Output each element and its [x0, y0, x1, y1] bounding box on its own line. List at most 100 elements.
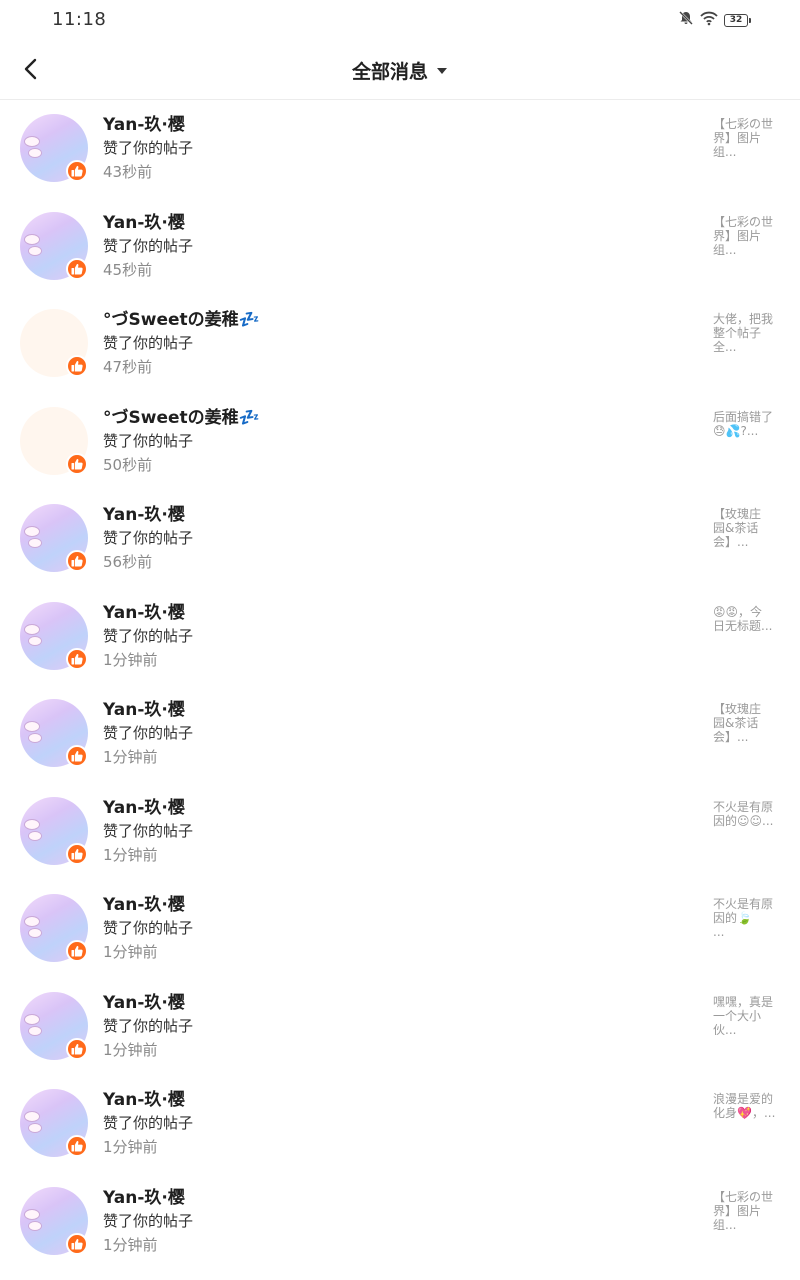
notification-row[interactable]: °づSweetの姜稚💤 赞了你的帖子 50秒前 后面搞错了 😓💦?... — [0, 393, 800, 491]
user-name[interactable]: Yan-玖·樱 — [103, 698, 193, 722]
post-preview[interactable]: 【七彩の世 界】图片 组... — [713, 1190, 783, 1232]
post-preview[interactable]: 😡😡，今 日无标题... — [713, 605, 783, 633]
notification-text: Yan-玖·樱 赞了你的帖子 1分钟前 — [103, 601, 193, 672]
user-name[interactable]: Yan-玖·樱 — [103, 503, 193, 527]
avatar-container[interactable] — [20, 991, 88, 1060]
notification-row[interactable]: Yan-玖·樱 赞了你的帖子 45秒前 【七彩の世 界】图片 组... — [0, 198, 800, 296]
thumbs-up-icon — [71, 360, 83, 372]
post-preview[interactable]: 【七彩の世 界】图片 组... — [713, 215, 783, 257]
notification-row[interactable]: Yan-玖·樱 赞了你的帖子 1分钟前 浪漫是爱的 化身💖，... — [0, 1075, 800, 1173]
timestamp: 1分钟前 — [103, 1040, 158, 1059]
avatar-container[interactable] — [20, 309, 88, 377]
thumbs-up-icon — [71, 1140, 83, 1152]
user-name[interactable]: Yan-玖·樱 — [103, 796, 193, 820]
like-badge — [66, 745, 88, 767]
avatar-container[interactable] — [20, 796, 88, 865]
post-preview[interactable]: 【玫瑰庄 园&茶话 会】... — [713, 702, 783, 744]
avatar-container[interactable] — [20, 1089, 88, 1157]
like-badge — [66, 842, 88, 865]
notification-text: °づSweetの姜稚💤 赞了你的帖子 50秒前 — [103, 406, 260, 477]
timestamp: 1分钟前 — [103, 1138, 158, 1156]
user-name[interactable]: Yan-玖·樱 — [103, 113, 193, 137]
status-time: 11:18 — [52, 9, 107, 30]
status-icons: 32 — [678, 10, 751, 30]
notification-row[interactable]: Yan-玖·樱 赞了你的帖子 1分钟前 😡😡，今 日无标题... — [0, 588, 800, 686]
thumbs-up-icon — [71, 945, 83, 957]
like-badge — [66, 550, 88, 572]
post-preview[interactable]: 不火是有原 因的🍃 ... — [713, 897, 783, 939]
like-badge — [66, 940, 88, 962]
like-badge — [66, 1232, 88, 1255]
notification-row[interactable]: Yan-玖·樱 赞了你的帖子 1分钟前 嘿嘿，真是 一个大小 伙... — [0, 978, 800, 1076]
timestamp: 50秒前 — [103, 455, 153, 474]
header-bar: 全部消息 — [0, 40, 800, 100]
user-name[interactable]: Yan-玖·樱 — [103, 1088, 193, 1112]
post-preview[interactable]: 嘿嘿，真是 一个大小 伙... — [713, 995, 783, 1037]
timestamp: 45秒前 — [103, 260, 153, 279]
notification-text: Yan-玖·樱 赞了你的帖子 1分钟前 — [103, 698, 193, 769]
like-badge — [66, 160, 88, 182]
action-text: 赞了你的帖子 — [103, 431, 194, 450]
notification-text: Yan-玖·樱 赞了你的帖子 1分钟前 — [103, 796, 193, 867]
action-text: 赞了你的帖子 — [103, 529, 194, 547]
notification-text: °づSweetの姜稚💤 赞了你的帖子 47秒前 — [103, 308, 260, 379]
timestamp: 1分钟前 — [103, 650, 158, 669]
user-name[interactable]: °づSweetの姜稚💤 — [103, 406, 260, 430]
user-name[interactable]: °づSweetの姜稚💤 — [103, 308, 260, 332]
user-name[interactable]: Yan-玖·樱 — [103, 893, 193, 917]
notification-text: Yan-玖·樱 赞了你的帖子 45秒前 — [103, 211, 193, 282]
post-preview[interactable]: 浪漫是爱的 化身💖，... — [713, 1092, 783, 1120]
post-preview[interactable]: 后面搞错了 😓💦?... — [713, 410, 783, 438]
action-text: 赞了你的帖子 — [103, 236, 194, 255]
user-name[interactable]: Yan-玖·樱 — [103, 211, 193, 235]
notification-row[interactable]: Yan-玖·樱 赞了你的帖子 1分钟前 不火是有原 因的🍃 ... — [0, 880, 800, 978]
timestamp: 1分钟前 — [103, 845, 158, 864]
notification-row[interactable]: Yan-玖·樱 赞了你的帖子 43秒前 【七彩の世 界】图片 组... — [0, 100, 800, 198]
timestamp: 1分钟前 — [103, 748, 158, 766]
avatar-container[interactable] — [20, 894, 88, 962]
post-preview[interactable]: 不火是有原 因的☺☺... — [713, 800, 783, 828]
avatar-container[interactable] — [20, 406, 88, 475]
post-preview[interactable]: 【玫瑰庄 园&茶话 会】... — [713, 507, 783, 549]
action-text: 赞了你的帖子 — [103, 334, 194, 352]
battery-icon: 32 — [724, 13, 751, 27]
notification-list: Yan-玖·樱 赞了你的帖子 43秒前 【七彩の世 界】图片 组... Yan-… — [0, 100, 800, 1270]
thumbs-up-icon — [71, 848, 83, 859]
avatar-container[interactable] — [20, 114, 88, 182]
avatar-container[interactable] — [20, 699, 88, 767]
message-filter-dropdown[interactable]: 全部消息 — [0, 57, 800, 84]
notification-row[interactable]: Yan-玖·樱 赞了你的帖子 1分钟前 不火是有原 因的☺☺... — [0, 783, 800, 881]
like-badge — [66, 257, 88, 280]
notification-row[interactable]: °づSweetの姜稚💤 赞了你的帖子 47秒前 大佬，把我 整个帖子 全... — [0, 295, 800, 393]
timestamp: 56秒前 — [103, 553, 153, 571]
status-bar: 11:18 32 — [0, 0, 800, 40]
thumbs-up-icon — [71, 653, 83, 664]
timestamp: 1分钟前 — [103, 1235, 158, 1254]
like-badge — [66, 1135, 88, 1157]
avatar-container[interactable] — [20, 211, 88, 280]
thumbs-up-icon — [71, 165, 83, 177]
avatar-container[interactable] — [20, 1186, 88, 1255]
timestamp: 47秒前 — [103, 358, 153, 376]
notification-row[interactable]: Yan-玖·樱 赞了你的帖子 1分钟前 【七彩の世 界】图片 组... — [0, 1173, 800, 1271]
user-name[interactable]: Yan-玖·樱 — [103, 991, 193, 1015]
thumbs-up-icon — [71, 458, 83, 469]
like-badge — [66, 647, 88, 670]
action-text: 赞了你的帖子 — [103, 1114, 194, 1132]
notification-text: Yan-玖·樱 赞了你的帖子 1分钟前 — [103, 991, 193, 1062]
avatar-container[interactable] — [20, 601, 88, 670]
wifi-icon — [700, 10, 718, 30]
notification-row[interactable]: Yan-玖·樱 赞了你的帖子 56秒前 【玫瑰庄 园&茶话 会】... — [0, 490, 800, 588]
avatar-container[interactable] — [20, 504, 88, 572]
post-preview[interactable]: 大佬，把我 整个帖子 全... — [713, 312, 783, 354]
action-text: 赞了你的帖子 — [103, 139, 194, 157]
post-preview[interactable]: 【七彩の世 界】图片 组... — [713, 117, 783, 159]
action-text: 赞了你的帖子 — [103, 1016, 194, 1035]
notification-text: Yan-玖·樱 赞了你的帖子 1分钟前 — [103, 893, 193, 964]
caret-down-icon — [437, 67, 447, 74]
bell-muted-icon — [678, 10, 694, 30]
notification-text: Yan-玖·樱 赞了你的帖子 56秒前 — [103, 503, 193, 574]
notification-row[interactable]: Yan-玖·樱 赞了你的帖子 1分钟前 【玫瑰庄 园&茶话 会】... — [0, 685, 800, 783]
user-name[interactable]: Yan-玖·樱 — [103, 1186, 193, 1210]
user-name[interactable]: Yan-玖·樱 — [103, 601, 193, 625]
